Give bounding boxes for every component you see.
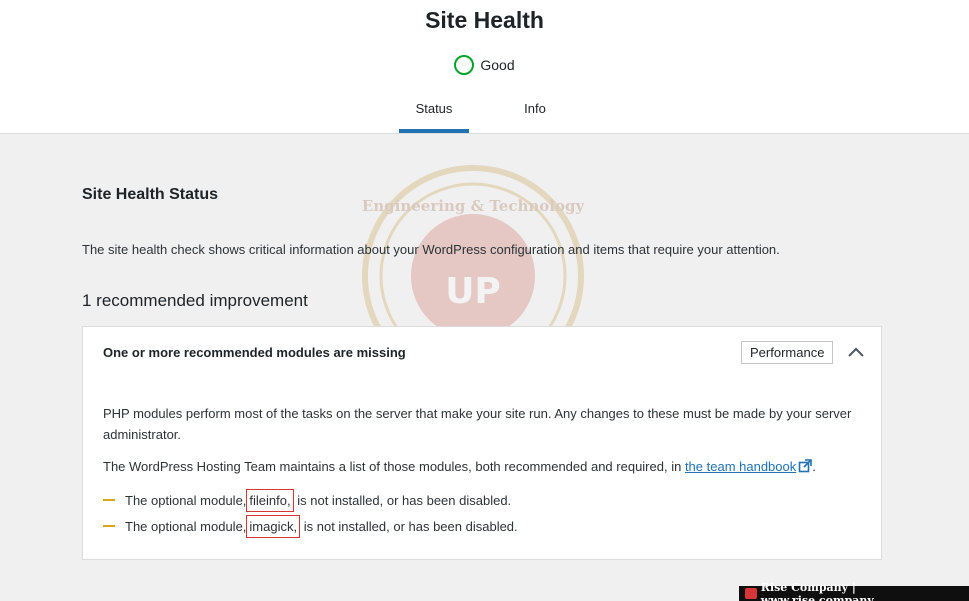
warning-dash-icon bbox=[103, 499, 115, 501]
intro-text: The site health check shows critical inf… bbox=[82, 242, 780, 257]
health-status: Good bbox=[0, 55, 969, 75]
warning-dash-icon bbox=[103, 525, 115, 527]
status-label: Good bbox=[480, 57, 515, 73]
external-link-icon bbox=[798, 459, 813, 473]
page-title: Site Health bbox=[425, 7, 544, 33]
issue-description: PHP modules perform most of the tasks on… bbox=[103, 406, 852, 442]
item-suffix: is not installed, or has been disabled. bbox=[303, 518, 518, 534]
list-item: The optional module, fileinfo, is not ins… bbox=[103, 487, 865, 513]
team-handbook-link[interactable]: the team handbook bbox=[684, 459, 813, 474]
improvement-count: 1 recommended improvement bbox=[82, 291, 308, 310]
tab-status[interactable]: Status bbox=[399, 90, 469, 133]
module-name: fileinfo, bbox=[246, 488, 294, 512]
watermark-top-text: Engineering & Technology bbox=[362, 197, 584, 215]
item-prefix: The optional module, bbox=[125, 518, 247, 534]
handbook-suffix: . bbox=[812, 459, 816, 474]
item-suffix: is not installed, or has been disabled. bbox=[297, 492, 512, 508]
category-badge: Performance bbox=[741, 341, 834, 364]
issue-panel: One or more recommended modules are miss… bbox=[82, 326, 882, 560]
team-handbook-link-text: the team handbook bbox=[684, 459, 797, 474]
tab-bar: Status Info bbox=[0, 90, 969, 133]
list-item: The optional module, imagick, is not inst… bbox=[103, 513, 865, 539]
module-name: imagick, bbox=[246, 514, 301, 538]
status-ring-icon bbox=[454, 55, 475, 75]
section-title: Site Health Status bbox=[82, 186, 219, 203]
watermark-center-text: UP bbox=[445, 271, 501, 312]
issue-body: PHP modules perform most of the tasks on… bbox=[103, 403, 865, 539]
tab-info[interactable]: Info bbox=[500, 90, 570, 133]
handbook-prefix: The WordPress Hosting Team maintains a l… bbox=[103, 459, 685, 474]
footer-text: Rise Company | www.rise.company bbox=[760, 580, 874, 601]
handbook-paragraph: The WordPress Hosting Team maintains a l… bbox=[103, 456, 865, 477]
item-prefix: The optional module, bbox=[125, 492, 247, 508]
issue-heading[interactable]: One or more recommended modules are miss… bbox=[103, 345, 406, 360]
footer-watermark: Rise Company | www.rise.company bbox=[739, 581, 969, 601]
chevron-up-icon[interactable] bbox=[846, 342, 866, 362]
page-header: Site Health Good Status Info bbox=[0, 0, 969, 134]
rise-logo-icon bbox=[745, 588, 757, 599]
